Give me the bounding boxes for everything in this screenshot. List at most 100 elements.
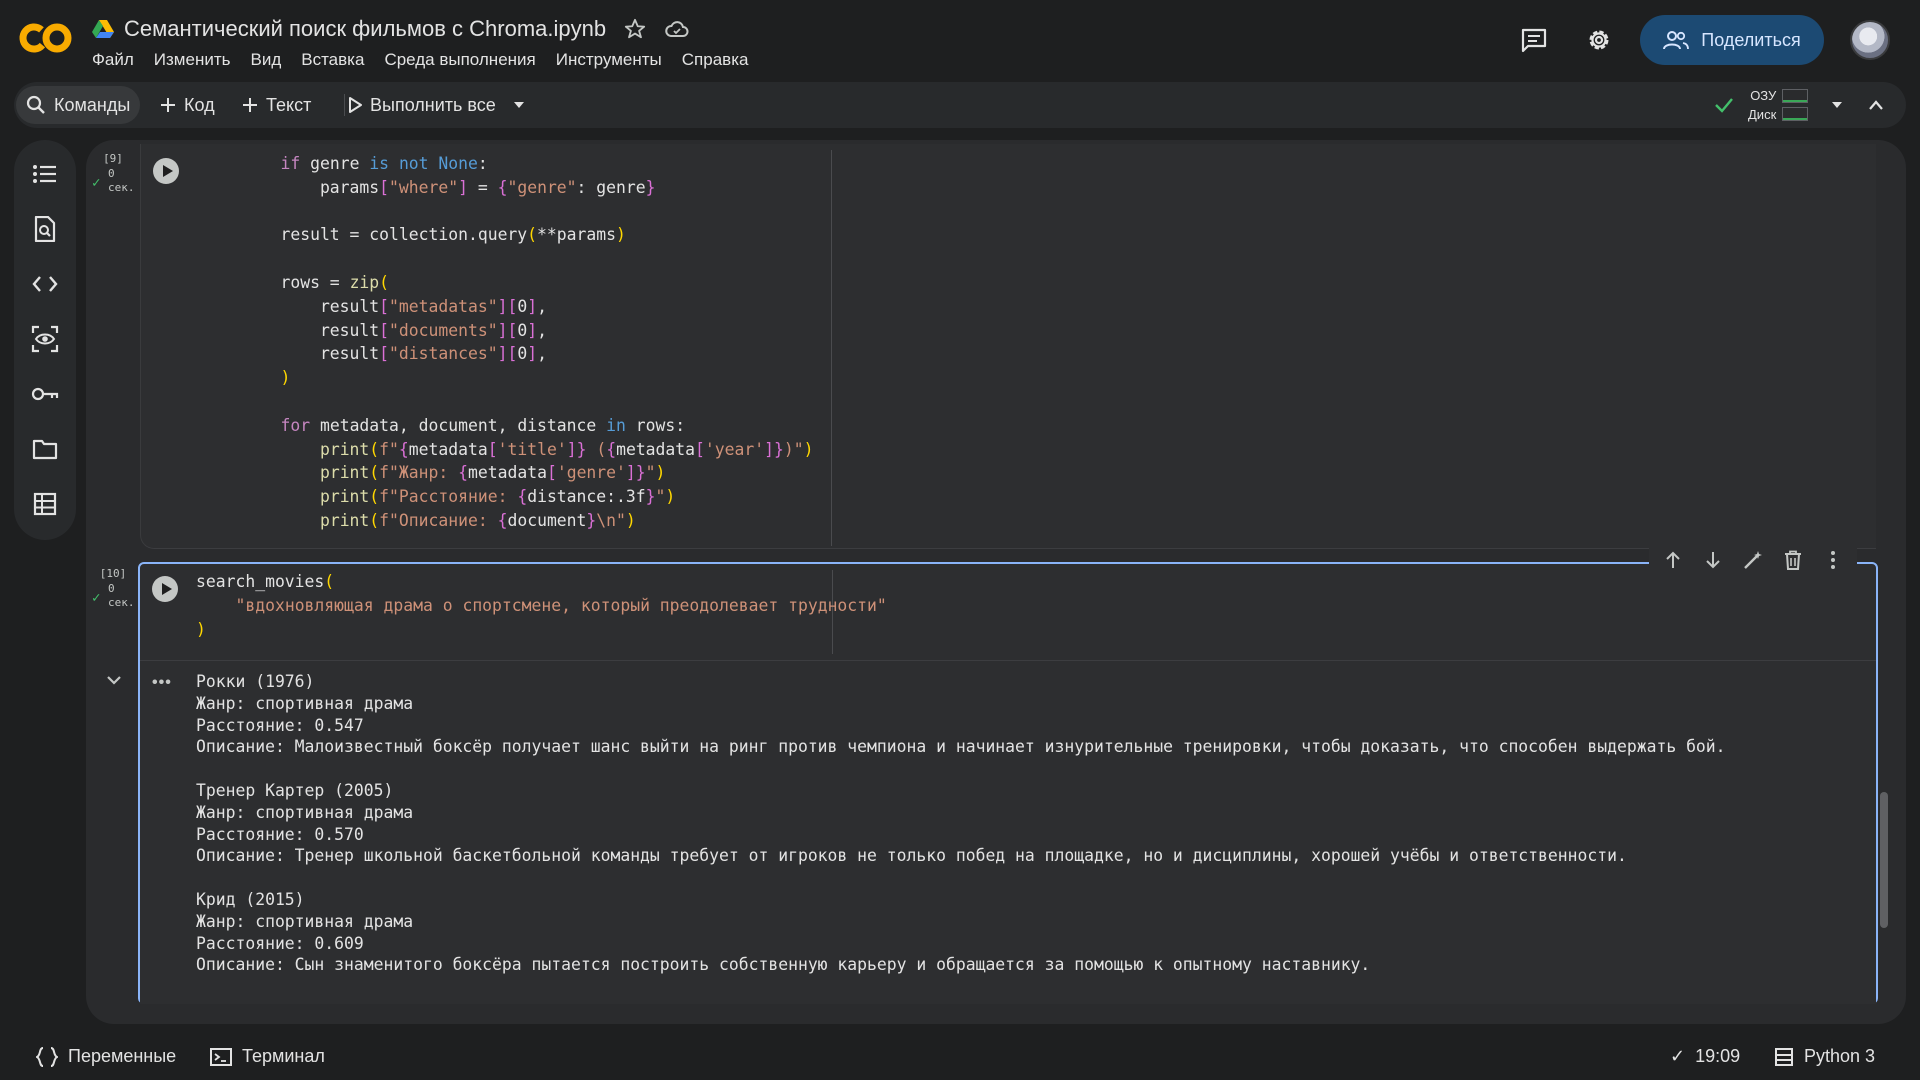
move-cell-up-button[interactable] bbox=[1655, 542, 1691, 578]
doc-title-row: Семантический поиск фильмов с Chroma.ipy… bbox=[92, 14, 690, 44]
code-cell[interactable]: if genre is not None: params["where"] = … bbox=[140, 144, 1876, 549]
cell-output: Рокки (1976) Жанр: спортивная драма Расс… bbox=[140, 660, 1876, 1004]
runtime-type[interactable]: Python 3 bbox=[1774, 1046, 1875, 1067]
share-button[interactable]: Поделиться bbox=[1640, 15, 1824, 65]
plus-icon bbox=[243, 98, 257, 112]
terminal-label: Терминал bbox=[242, 1046, 325, 1066]
server-icon bbox=[1775, 1047, 1793, 1066]
variables-button[interactable]: Переменные bbox=[36, 1046, 176, 1067]
add-text-button[interactable]: Текст bbox=[242, 86, 311, 124]
code-cell-focused[interactable]: search_movies( "вдохновляющая драма о сп… bbox=[138, 562, 1878, 1004]
google-drive-icon[interactable] bbox=[92, 19, 114, 39]
share-label: Поделиться bbox=[1701, 29, 1801, 50]
chevron-down-icon bbox=[107, 676, 121, 685]
search-icon bbox=[26, 95, 45, 114]
files-folder-icon[interactable] bbox=[31, 435, 59, 463]
move-cell-down-button[interactable] bbox=[1695, 542, 1731, 578]
run-all-dropdown[interactable] bbox=[512, 86, 526, 124]
run-cell-button[interactable] bbox=[152, 576, 178, 602]
braces-icon bbox=[36, 1046, 58, 1067]
terminal-button[interactable]: Терминал bbox=[210, 1046, 325, 1067]
menu-edit[interactable]: Изменить bbox=[154, 50, 231, 70]
execution-time: 0 сек. bbox=[108, 582, 135, 610]
execution-time-value: 0 bbox=[108, 582, 115, 595]
arrow-up-icon bbox=[1666, 551, 1680, 568]
execution-time-unit: сек. bbox=[108, 181, 135, 194]
output-actions-button[interactable]: ••• bbox=[152, 674, 172, 692]
left-sidebar bbox=[14, 140, 76, 540]
add-code-label: Код bbox=[184, 94, 215, 115]
find-replace-icon[interactable] bbox=[31, 215, 59, 243]
output-text: Рокки (1976) Жанр: спортивная драма Расс… bbox=[196, 672, 1726, 975]
avatar[interactable] bbox=[1850, 20, 1890, 60]
add-code-button[interactable]: Код bbox=[160, 86, 215, 124]
execution-count: [9] bbox=[103, 152, 123, 165]
secrets-key-icon[interactable] bbox=[31, 380, 59, 408]
toolbar-divider bbox=[344, 94, 345, 116]
chevron-up-icon bbox=[1869, 100, 1884, 110]
menu-bar: Файл Изменить Вид Вставка Среда выполнен… bbox=[92, 50, 748, 70]
menu-runtime[interactable]: Среда выполнения bbox=[384, 50, 535, 70]
star-icon[interactable] bbox=[622, 16, 648, 42]
commands-button[interactable]: Команды bbox=[16, 86, 141, 124]
trash-icon bbox=[1785, 550, 1801, 570]
runtime-dropdown[interactable] bbox=[1830, 100, 1844, 110]
run-cell-button[interactable] bbox=[153, 158, 179, 184]
more-vert-icon bbox=[1831, 551, 1835, 569]
magic-edit-icon bbox=[1744, 551, 1762, 569]
status-bar: Переменные Терминал ✓ 19:09 Python 3 bbox=[0, 1036, 1920, 1080]
cell-toolbar bbox=[1649, 540, 1857, 580]
resource-labels: ОЗУ Диск bbox=[1748, 86, 1776, 124]
code-editor[interactable]: if genre is not None: params["where"] = … bbox=[241, 152, 813, 533]
cloud-icon[interactable] bbox=[664, 16, 690, 42]
menu-help[interactable]: Справка bbox=[682, 50, 749, 70]
caret-down-icon bbox=[514, 102, 524, 108]
run-all-label: Выполнить все bbox=[370, 94, 496, 115]
colab-logo[interactable] bbox=[18, 18, 74, 58]
notebook-title[interactable]: Семантический поиск фильмов с Chroma.ipy… bbox=[124, 16, 606, 42]
data-table-icon[interactable] bbox=[31, 490, 59, 518]
variables-label: Переменные bbox=[68, 1046, 177, 1066]
people-icon bbox=[1663, 31, 1690, 50]
runtime-label: Python 3 bbox=[1804, 1046, 1876, 1066]
cell-gutter: [9] ✓ 0 сек. bbox=[86, 152, 140, 199]
notebook-toolbar: Команды Код Текст Выполнить все ОЗУ Диск bbox=[14, 82, 1906, 128]
execution-time: 0 сек. bbox=[108, 167, 135, 195]
delete-cell-button[interactable] bbox=[1775, 542, 1811, 578]
menu-insert[interactable]: Вставка bbox=[301, 50, 364, 70]
line-length-ruler bbox=[831, 150, 832, 546]
disk-label: Диск bbox=[1748, 107, 1777, 122]
success-check-icon: ✓ bbox=[92, 590, 101, 606]
edit-cell-button[interactable] bbox=[1735, 542, 1771, 578]
last-run-time: 19:09 bbox=[1695, 1046, 1741, 1066]
comments-button[interactable] bbox=[1518, 24, 1550, 56]
play-icon bbox=[349, 97, 362, 113]
runtime-status[interactable]: ОЗУ Диск bbox=[1714, 84, 1884, 126]
arrow-down-icon bbox=[1706, 552, 1720, 569]
collapse-toolbar-button[interactable] bbox=[1868, 99, 1884, 111]
check-icon: ✓ bbox=[1670, 1046, 1686, 1066]
menu-file[interactable]: Файл bbox=[92, 50, 134, 70]
execution-count: [10] bbox=[99, 567, 127, 580]
resource-bars bbox=[1776, 87, 1809, 123]
run-all-button[interactable]: Выполнить все bbox=[348, 86, 496, 124]
last-run-status[interactable]: ✓ 19:09 bbox=[1670, 1046, 1740, 1067]
menu-tools[interactable]: Инструменты bbox=[556, 50, 662, 70]
ram-label: ОЗУ bbox=[1750, 88, 1777, 103]
more-actions-button[interactable] bbox=[1815, 542, 1851, 578]
execution-time-value: 0 bbox=[108, 167, 115, 180]
table-of-contents-icon[interactable] bbox=[31, 160, 59, 188]
notebook-scrollbar[interactable] bbox=[1880, 792, 1888, 928]
collapse-output-button[interactable] bbox=[104, 670, 124, 690]
success-check-icon: ✓ bbox=[92, 175, 101, 191]
menu-view[interactable]: Вид bbox=[250, 50, 281, 70]
commands-label: Команды bbox=[54, 94, 131, 115]
settings-button[interactable] bbox=[1583, 24, 1615, 56]
add-text-label: Текст bbox=[266, 94, 312, 115]
variable-inspector-icon[interactable] bbox=[31, 325, 59, 353]
connected-check-icon bbox=[1715, 98, 1733, 113]
header: Семантический поиск фильмов с Chroma.ipy… bbox=[0, 0, 1920, 80]
code-snippets-icon[interactable] bbox=[31, 270, 59, 298]
execution-time-unit: сек. bbox=[108, 596, 135, 609]
code-editor[interactable]: search_movies( "вдохновляющая драма о сп… bbox=[196, 570, 887, 641]
